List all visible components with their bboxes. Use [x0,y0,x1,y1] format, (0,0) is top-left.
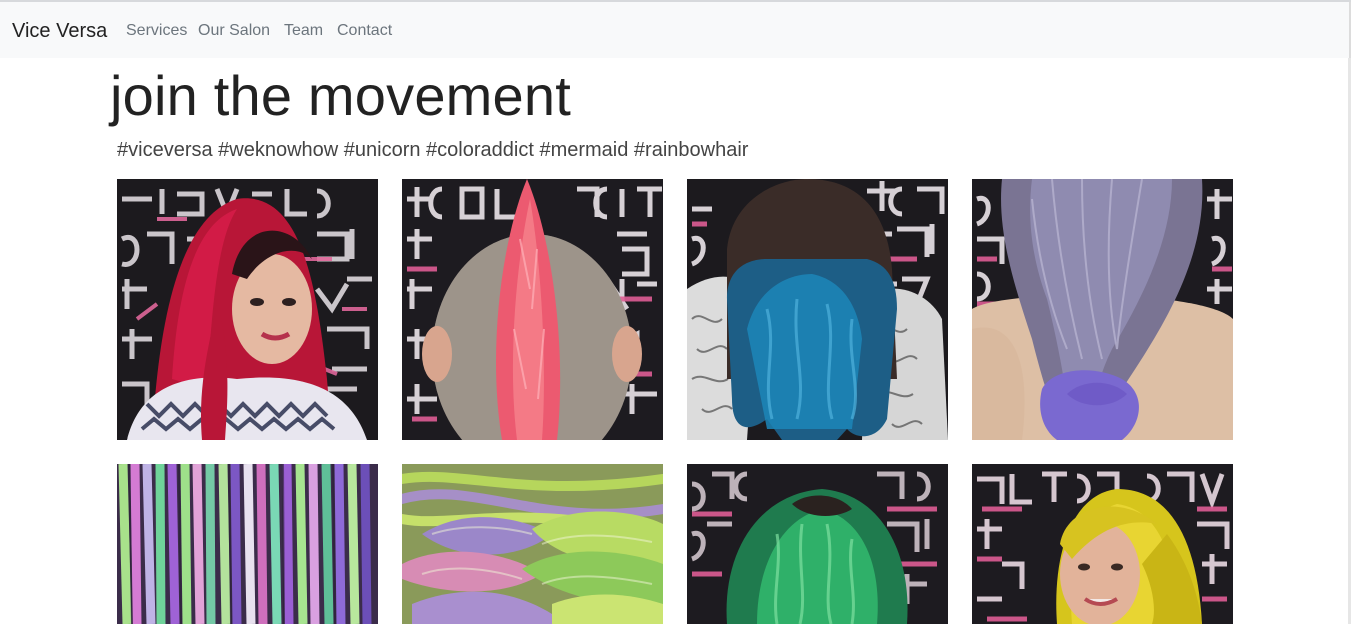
nav-link-contact[interactable]: Contact [337,21,392,41]
page-title: join the movement [110,64,571,127]
nav-link-services[interactable]: Services [126,21,187,41]
hashtags-subtitle: #viceversa #weknowhow #unicorn #coloradd… [117,139,749,161]
gallery-photo-pastel-braid[interactable] [402,464,663,624]
nav-link-our-salon[interactable]: Our Salon [198,21,270,41]
photo-rainbow-strands-image [117,464,378,624]
gallery-photo-blue-ombre[interactable] [687,179,948,440]
photo-red-hair-image [117,179,378,440]
nav-link-team[interactable]: Team [284,21,323,41]
gallery-photo-pink-mohawk[interactable] [402,179,663,440]
gallery-photo-lavender[interactable] [972,179,1233,440]
gallery-photo-rainbow-strands[interactable] [117,464,378,624]
gallery-photo-yellow-hair[interactable] [972,464,1233,624]
photo-green-hair-image [687,464,948,624]
photo-yellow-hair-image [972,464,1233,624]
brand-link[interactable]: Vice Versa [12,19,107,43]
photo-blue-ombre-image [687,179,948,440]
photo-pink-mohawk-image [402,179,663,440]
photo-lavender-image [972,179,1233,440]
gallery-photo-red-hair[interactable] [117,179,378,440]
gallery-photo-green-hair[interactable] [687,464,948,624]
navbar: Vice Versa Services Our Salon Team Conta… [0,2,1351,58]
photo-pastel-braid-image [402,464,663,624]
